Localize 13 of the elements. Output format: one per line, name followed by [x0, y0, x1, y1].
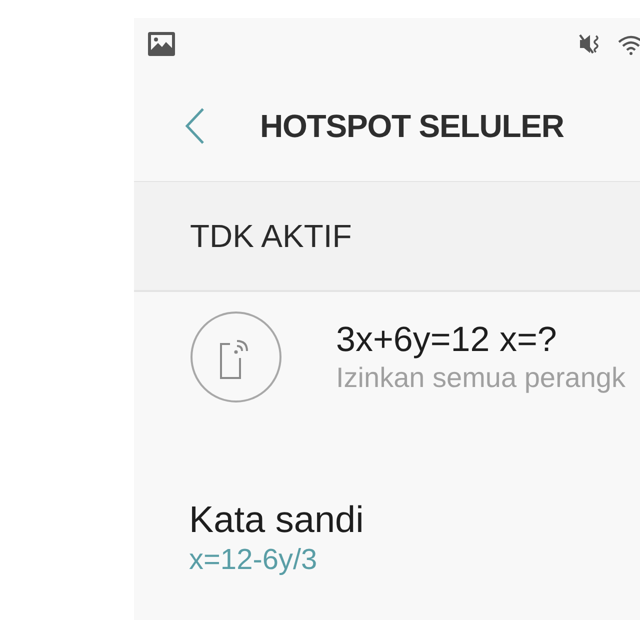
- screen-title: HOTSPOT SELULER: [260, 110, 564, 142]
- setting-title: 3x+6y=12 x=?: [336, 319, 558, 361]
- setting-value: x=12-6y/3: [189, 543, 318, 578]
- phone-signal-icon: [190, 311, 282, 403]
- setting-title: Kata sandi: [189, 498, 364, 542]
- settings-row[interactable]: Kata sandi x=12-6y/3: [134, 422, 640, 618]
- wifi-icon: [618, 33, 640, 55]
- back-chevron-icon: [185, 108, 205, 144]
- setting-description: Izinkan semua perangk: [336, 361, 626, 395]
- image-icon: [148, 32, 175, 56]
- master-switch-bar[interactable]: TDK AKTIF: [134, 182, 640, 292]
- switch-status-label: TDK AKTIF: [190, 220, 352, 252]
- settings-row[interactable]: 3x+6y=12 x=? Izinkan semua perangk: [134, 292, 640, 422]
